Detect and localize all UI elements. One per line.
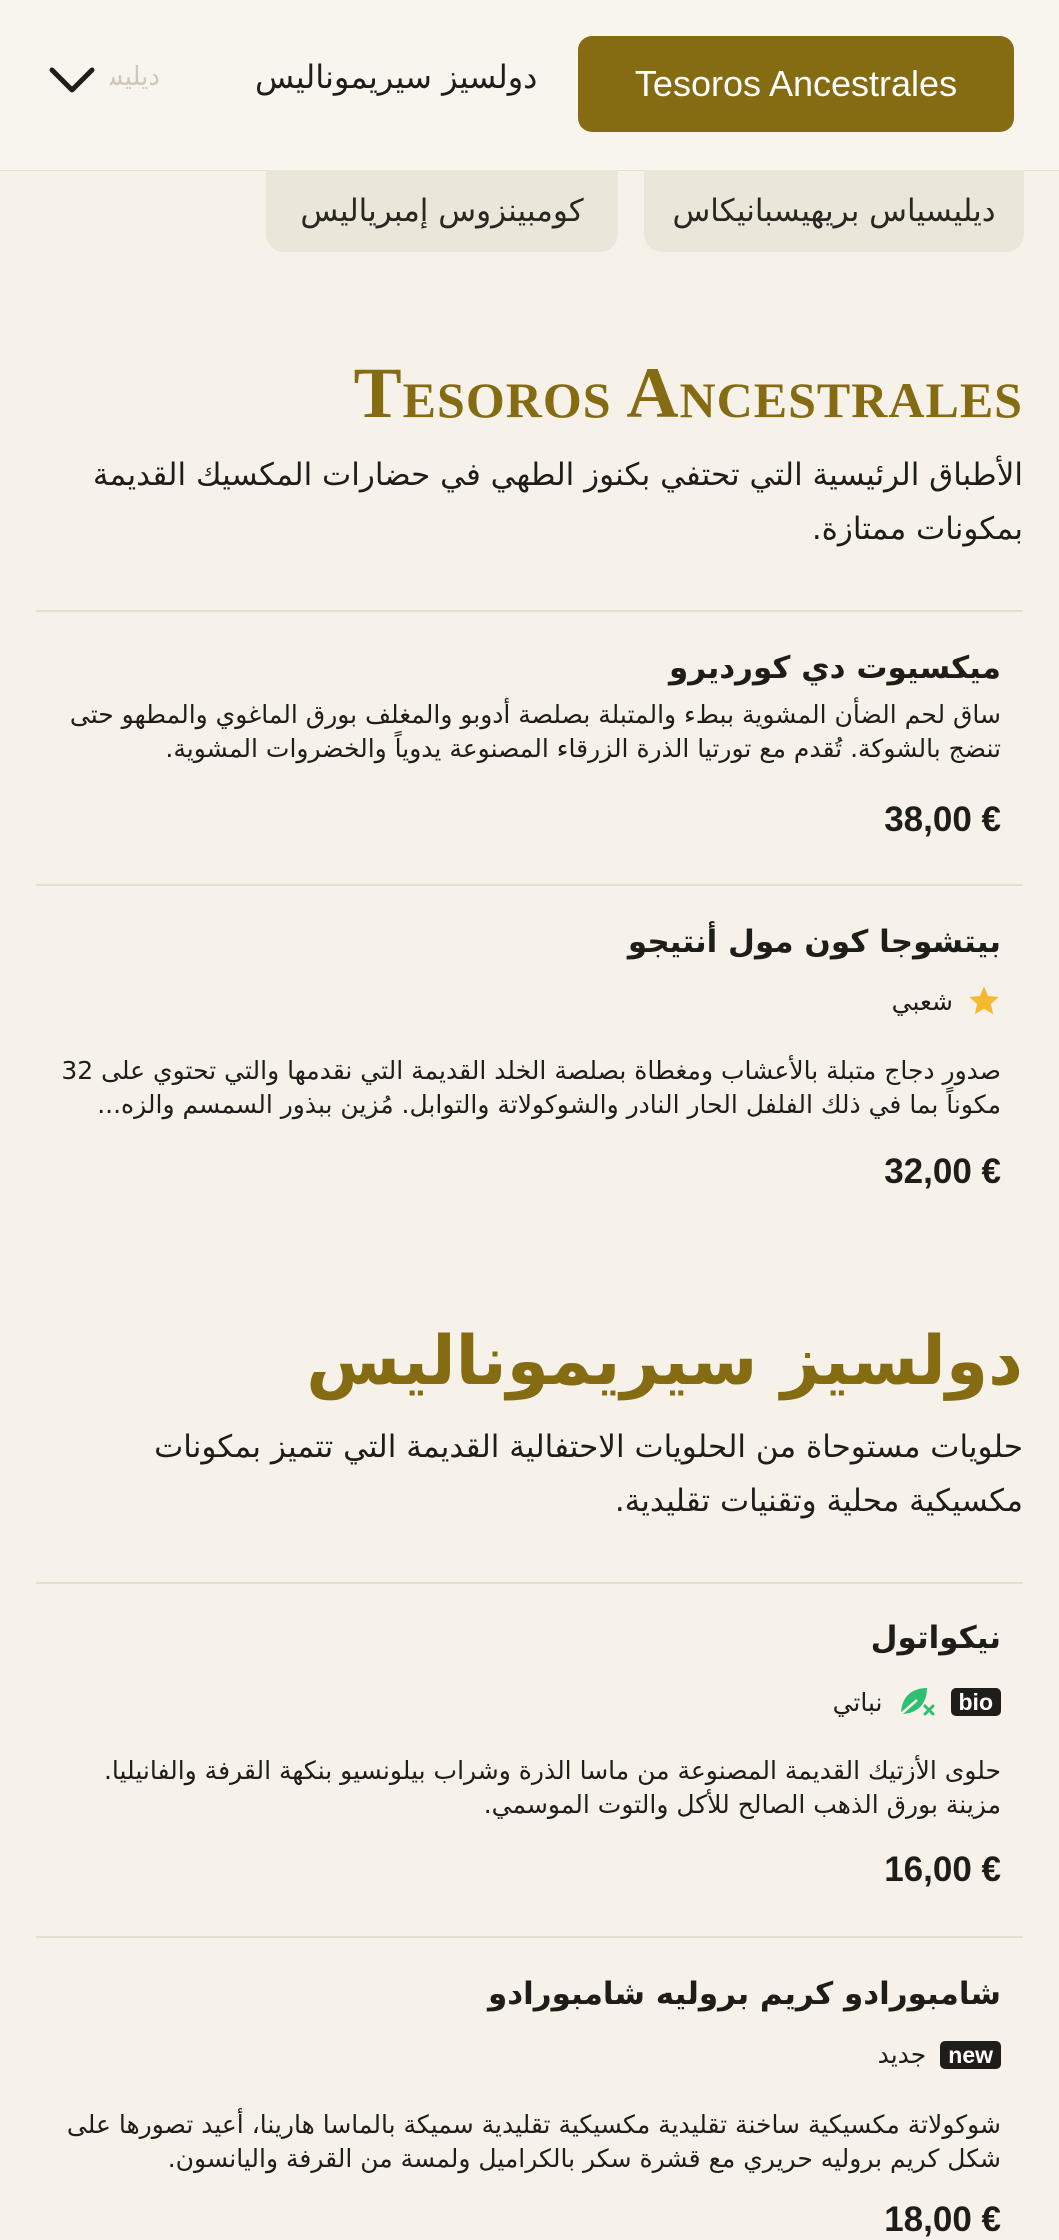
nav-item-dulces-ceremoniales[interactable]: دولسيز سيريموناليس (255, 58, 537, 96)
menu-item-tags: شعبي (892, 984, 1001, 1018)
section-title: Tesoros Ancestrales (353, 353, 1023, 433)
tag-label-vegan: نباتي (832, 1687, 883, 1717)
nav-item-faded[interactable]: ديليسياس (110, 62, 160, 92)
menu-item-description: حلوى الأزتيك القديمة المصنوعة من ماسا ال… (103, 1756, 1001, 1819)
menu-item-price: 38,00 € (884, 800, 1001, 839)
divider (36, 1582, 1023, 1584)
menu-item-name[interactable]: نيكواتول (871, 1620, 1001, 1656)
menu-item-price: 18,00 € (884, 2200, 1001, 2239)
menu-item-tags: نباتي bio (833, 1684, 1001, 1720)
divider (36, 884, 1023, 886)
section-description: الأطباق الرئيسية التي تحتفي بكنوز الطهي … (92, 457, 1023, 547)
section-description: حلويات مستوحاة من الحلويات الاحتفالية ال… (154, 1429, 1023, 1519)
menu-item-description: ساق لحم الضأن المشوية ببطء والمتبلة بصلص… (69, 700, 1001, 763)
new-badge: new (940, 2040, 1001, 2069)
leaf-icon (899, 1688, 934, 1716)
menu-item-description: شوكولاتة مكسيكية ساخنة تقليدية مكسيكية ت… (66, 2110, 1001, 2173)
divider (36, 1936, 1023, 1938)
category-nav-bar: ديليسياس دولسيز سيريموناليس Tesoros Ance… (0, 0, 1059, 171)
divider (36, 610, 1023, 612)
menu-item-description: صدور دجاج متبلة بالأعشاب ومغطاة بصلصة ال… (61, 1056, 1001, 1119)
menu-item-name[interactable]: بيتشوجا كون مول أنتيجو (628, 924, 1001, 960)
menu-item-tags: جديد new (878, 2040, 1001, 2069)
nav-item-tesoros-ancestrales-active[interactable]: Tesoros Ancestrales (578, 36, 1014, 132)
tag-label-popular: شعبي (891, 986, 953, 1016)
bio-badge: bio (950, 1688, 1001, 1716)
menu-item-name[interactable]: ميكسيوت دي كورديرو (669, 650, 1001, 686)
tag-label-new: جديد (877, 2040, 927, 2069)
menu-item-price: 32,00 € (884, 1152, 1001, 1191)
nav-item-complementos-imperiales[interactable]: كومبينزوس إمبرياليس (266, 170, 618, 252)
chevron-down-icon[interactable] (46, 60, 98, 100)
star-icon (969, 986, 999, 1015)
section-title: دولسيز سيريموناليس (306, 1322, 1023, 1401)
menu-item-price: 16,00 € (884, 1850, 1001, 1889)
nav-item-delicias-prehispanicas[interactable]: ديليسياس بريهيسبانيكاس (644, 170, 1024, 252)
menu-item-name[interactable]: شامبورادو كريم بروليه شامبورادو (488, 1976, 1001, 2012)
